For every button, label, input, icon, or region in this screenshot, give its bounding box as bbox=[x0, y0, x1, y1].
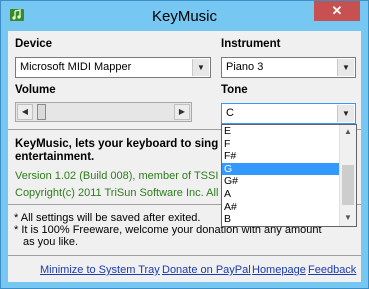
close-button[interactable]: ✕ bbox=[314, 1, 360, 21]
instrument-label: Instrument bbox=[221, 38, 281, 50]
scroll-right-icon[interactable]: ▶ bbox=[174, 104, 190, 120]
tone-dropdown-list[interactable]: E F F# G G# A A# B ▲ ▼ bbox=[221, 124, 357, 227]
feedback-link[interactable]: Feedback bbox=[308, 264, 356, 276]
tone-value: C bbox=[226, 107, 234, 119]
chevron-down-icon[interactable]: ▼ bbox=[337, 105, 354, 122]
app-window: KeyMusic ✕ Device Microsoft MIDI Mapper … bbox=[0, 0, 369, 289]
minimize-to-tray-link[interactable]: Minimize to System Tray bbox=[40, 264, 160, 276]
tone-option[interactable]: G# bbox=[222, 175, 339, 188]
volume-label: Volume bbox=[15, 84, 56, 96]
chevron-down-icon[interactable]: ▼ bbox=[192, 59, 209, 76]
client-area: Device Microsoft MIDI Mapper ▼ Instrumen… bbox=[8, 31, 361, 282]
settings-note: * All settings will be saved after exite… bbox=[14, 212, 201, 224]
scroll-up-icon[interactable]: ▲ bbox=[340, 125, 356, 139]
scroll-left-icon[interactable]: ◀ bbox=[17, 104, 33, 120]
device-value: Microsoft MIDI Mapper bbox=[20, 61, 132, 73]
device-select[interactable]: Microsoft MIDI Mapper ▼ bbox=[15, 57, 211, 78]
tone-option[interactable]: A bbox=[222, 188, 339, 201]
title-bar[interactable]: KeyMusic ✕ bbox=[1, 1, 368, 31]
tone-option[interactable]: A# bbox=[222, 201, 339, 214]
homepage-link[interactable]: Homepage bbox=[252, 264, 306, 276]
tone-option[interactable]: F# bbox=[222, 150, 339, 163]
tone-option[interactable]: B bbox=[222, 213, 339, 226]
volume-slider-thumb[interactable] bbox=[37, 104, 47, 120]
tone-option[interactable]: E bbox=[222, 125, 339, 138]
chevron-down-icon[interactable]: ▼ bbox=[337, 59, 354, 76]
dropdown-scrollbar[interactable]: ▲ ▼ bbox=[339, 125, 356, 226]
tone-option[interactable]: G bbox=[222, 162, 339, 176]
copyright-text: Copyright(c) 2011 TriSun Software Inc. A… bbox=[15, 187, 219, 199]
instrument-value: Piano 3 bbox=[226, 61, 264, 73]
volume-slider[interactable]: ◀ ▶ bbox=[15, 102, 192, 122]
instrument-select[interactable]: Piano 3 ▼ bbox=[221, 57, 356, 78]
donate-link[interactable]: Donate on PayPal bbox=[162, 264, 251, 276]
tone-option[interactable]: F bbox=[222, 138, 339, 151]
device-label: Device bbox=[15, 38, 53, 50]
scrollbar-thumb[interactable] bbox=[342, 165, 354, 205]
window-title: KeyMusic bbox=[151, 8, 218, 25]
scroll-down-icon[interactable]: ▼ bbox=[340, 211, 356, 225]
divider bbox=[8, 255, 361, 256]
freeware-note-cont: as you like. bbox=[23, 236, 79, 248]
tone-select[interactable]: C ▼ bbox=[221, 103, 356, 124]
version-text: Version 1.02 (Build 008), member of TSSI… bbox=[15, 170, 229, 182]
tone-label: Tone bbox=[221, 84, 248, 96]
